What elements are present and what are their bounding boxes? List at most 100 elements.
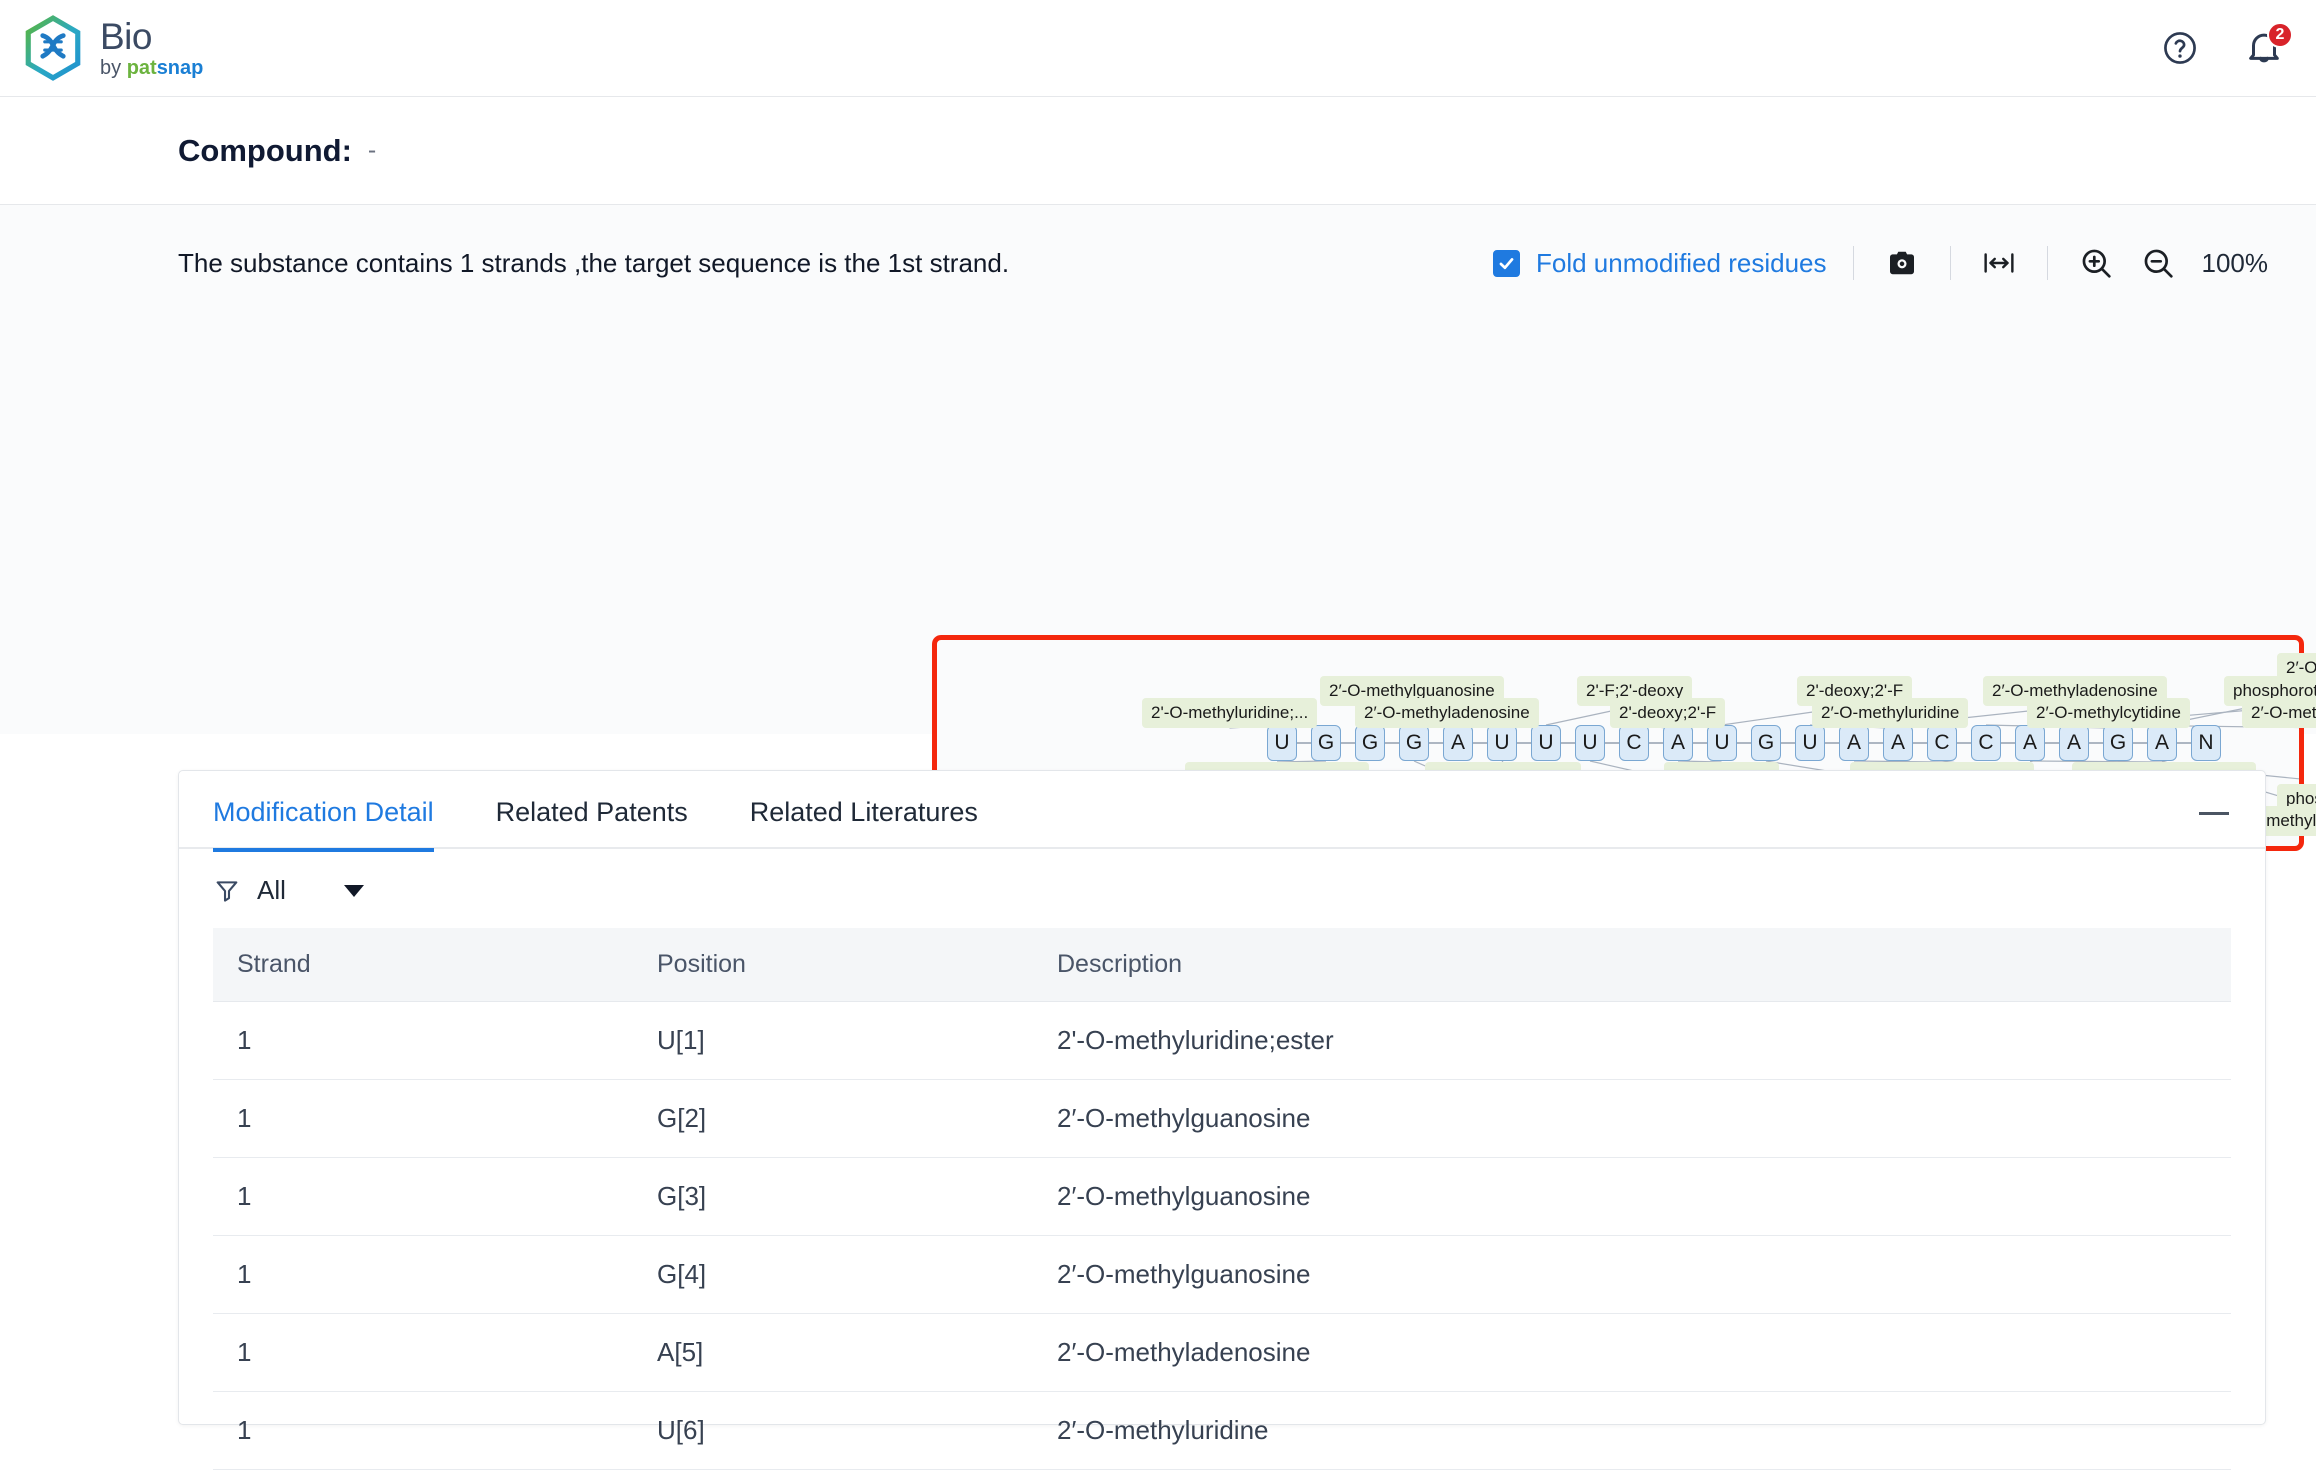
cell-description: 2′-O-methylguanosine: [1033, 1235, 2231, 1314]
collapse-panel-button[interactable]: [2197, 801, 2231, 825]
residue-14[interactable]: A: [1839, 725, 1869, 761]
residue-5[interactable]: A: [1443, 725, 1473, 761]
brand-by: by: [100, 57, 127, 79]
residue-16[interactable]: C: [1927, 725, 1957, 761]
residue-9[interactable]: C: [1619, 725, 1649, 761]
compound-label: Compound:: [178, 132, 352, 168]
filter-value[interactable]: All: [257, 875, 286, 906]
residue-19[interactable]: A: [2059, 725, 2089, 761]
question-circle-icon: [2164, 32, 2196, 64]
zoom-in-icon: [2082, 249, 2111, 278]
cell-position: G[2]: [633, 1079, 1033, 1158]
zoom-in-button[interactable]: [2074, 241, 2118, 285]
cell-description: 2'-O-methyluridine;ester: [1033, 1001, 2231, 1080]
modification-label: 2′-O-methyladenosine: [1355, 698, 1539, 728]
cell-description: 2′-O-methyladenosine: [1033, 1313, 2231, 1392]
bio-dna-hexagon-icon: [25, 15, 81, 81]
cell-description: 2′-O-methylguanosine: [1033, 1157, 2231, 1236]
modification-label: 2′-O-methyluridine: [1812, 698, 1969, 728]
modification-label: 2′-O-methyladenosine: [2242, 698, 2316, 728]
tab-related-literatures[interactable]: Related Literatures: [750, 771, 978, 850]
brand-pat: pat: [126, 57, 157, 79]
sequence-viewer-panel: The substance contains 1 strands ,the ta…: [0, 205, 2316, 864]
toolbar-divider-1: [1852, 246, 1854, 280]
cell-strand: 1: [213, 1001, 633, 1080]
zoom-out-button[interactable]: [2136, 241, 2180, 285]
residue-22[interactable]: N: [2191, 725, 2221, 761]
residue-8[interactable]: U: [1575, 725, 1605, 761]
residue-20[interactable]: G: [2103, 725, 2133, 761]
detail-card: Modification Detail Related Patents Relate…: [178, 770, 2266, 1470]
fold-unmodified-residues-checkbox[interactable]: Fold unmodified residues: [1493, 248, 1827, 279]
cell-position: U[6]: [633, 1391, 1033, 1470]
cell-position: G[4]: [633, 1235, 1033, 1314]
camera-icon: [1889, 251, 1914, 275]
cell-position: A[5]: [633, 1313, 1033, 1392]
table-body: 1 U[1] 2'-O-methyluridine;ester 1 G[2] 2′-O-m…: [213, 1001, 2231, 1470]
table-row[interactable]: 1 U[6] 2′-O-methyluridine: [213, 1391, 2231, 1470]
table-row[interactable]: 1 A[5] 2′-O-methyladenosine: [213, 1313, 2231, 1392]
notification-badge: 2: [2267, 22, 2293, 48]
residue-18[interactable]: A: [2015, 725, 2045, 761]
table-row[interactable]: 1 U[1] 2'-O-methyluridine;ester: [213, 1001, 2231, 1080]
residue-1[interactable]: U: [1267, 725, 1297, 761]
cell-position: G[3]: [633, 1157, 1033, 1236]
header-actions: 2: [2160, 22, 2293, 68]
residue-17[interactable]: C: [1971, 725, 2001, 761]
tab-related-patents[interactable]: Related Patents: [496, 771, 688, 850]
brand-snap: snap: [156, 57, 204, 79]
residue-21[interactable]: A: [2147, 725, 2177, 761]
viewer-toolbar: The substance contains 1 strands ,the ta…: [0, 205, 2316, 285]
caret-down-icon[interactable]: [343, 884, 364, 897]
residue-4[interactable]: G: [1399, 725, 1429, 761]
screenshot-button[interactable]: [1880, 241, 1924, 285]
column-header-description: Description: [1033, 928, 2231, 1002]
brand-subtitle: by patsnap: [100, 58, 203, 78]
cell-strand: 1: [213, 1157, 633, 1236]
residue-3[interactable]: G: [1355, 725, 1385, 761]
help-button[interactable]: [2160, 28, 2200, 68]
cell-strand: 1: [213, 1235, 633, 1314]
check-icon: [1499, 257, 1514, 269]
cell-position: U[1]: [633, 1001, 1033, 1080]
modification-label: 2′-O-methylguanosine: [2277, 653, 2316, 683]
residue-11[interactable]: U: [1707, 725, 1737, 761]
zoom-out-icon: [2144, 249, 2173, 278]
fold-checkbox-label: Fold unmodified residues: [1536, 247, 1827, 278]
zoom-level-label: 100%: [2201, 247, 2269, 278]
column-header-strand: Strand: [213, 928, 633, 1002]
residue-6[interactable]: U: [1487, 725, 1517, 761]
table-container: Strand Position Description 1 U[1] 2'-O-meth…: [179, 928, 2265, 1470]
tab-bar: Modification Detail Related Patents Relate…: [179, 771, 2265, 852]
compound-header: Compound: -: [0, 97, 2316, 205]
modification-label: 2'-deoxy;2'-F: [1610, 698, 1726, 728]
table-head: Strand Position Description: [213, 928, 2231, 1002]
residue-2[interactable]: G: [1311, 725, 1341, 761]
table-row[interactable]: 1 G[3] 2′-O-methylguanosine: [213, 1157, 2231, 1236]
checkbox-box: [1493, 249, 1520, 277]
residue-10[interactable]: A: [1663, 725, 1693, 761]
filter-row: All: [179, 849, 2265, 928]
table-row[interactable]: 1 G[2] 2′-O-methylguanosine: [213, 1079, 2231, 1158]
substance-note: The substance contains 1 strands ,the ta…: [178, 247, 1010, 278]
column-header-position: Position: [633, 928, 1033, 1002]
residue-13[interactable]: U: [1795, 725, 1825, 761]
modification-table: Strand Position Description 1 U[1] 2'-O-meth…: [213, 928, 2231, 1470]
tab-modification-detail[interactable]: Modification Detail: [213, 771, 434, 852]
filter-icon: [213, 877, 241, 905]
cell-description: 2′-O-methylguanosine: [1033, 1079, 2231, 1158]
minus-icon: [2199, 811, 2229, 815]
toolbar-divider-2: [1949, 246, 1951, 280]
app-header: Bio by patsnap 2: [0, 0, 2316, 97]
fit-width-button[interactable]: [1977, 241, 2021, 285]
residue-12[interactable]: G: [1751, 725, 1781, 761]
brand-title: Bio: [100, 16, 152, 57]
residue-7[interactable]: U: [1531, 725, 1561, 761]
cell-strand: 1: [213, 1313, 633, 1392]
table-row[interactable]: 1 G[4] 2′-O-methylguanosine: [213, 1235, 2231, 1314]
residue-15[interactable]: A: [1883, 725, 1913, 761]
modification-label: 2′-O-methylcytidine: [2027, 698, 2190, 728]
notifications-button[interactable]: 2: [2244, 22, 2293, 68]
toolbar-divider-3: [2046, 246, 2048, 280]
brand-logo[interactable]: Bio by patsnap: [20, 15, 203, 81]
